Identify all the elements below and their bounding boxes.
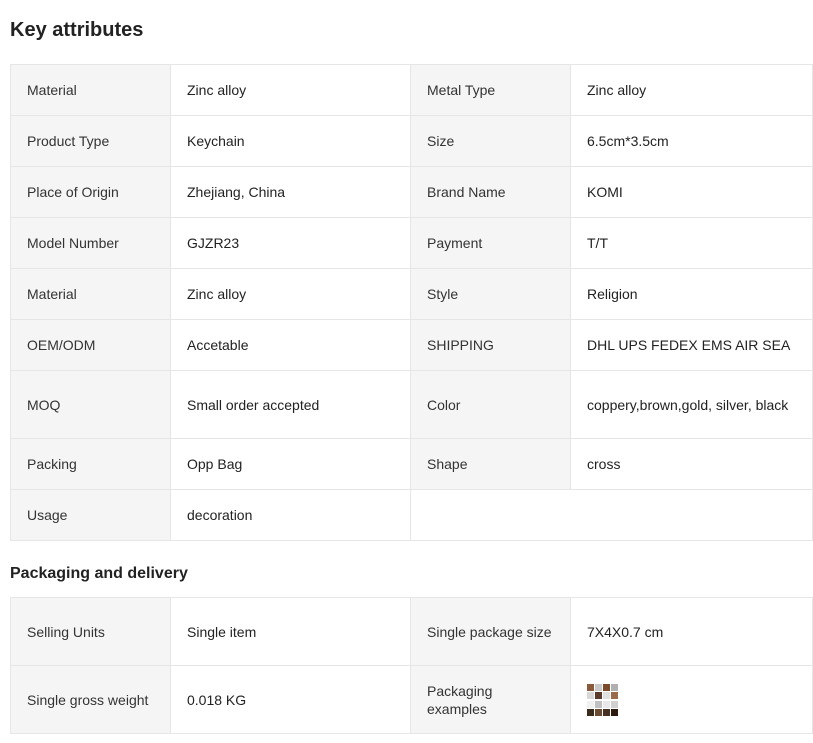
- attribute-value: DHL UPS FEDEX EMS AIR SEA: [570, 319, 813, 371]
- attribute-label: Single gross weight: [10, 665, 171, 734]
- attribute-value: Accetable: [170, 319, 411, 371]
- attribute-label: Material: [10, 268, 171, 320]
- attribute-label: Style: [410, 268, 571, 320]
- key-attributes-table: Material Zinc alloy Metal Type Zinc allo…: [10, 64, 813, 541]
- attribute-row: Model Number GJZR23 Payment T/T: [10, 217, 813, 269]
- attribute-label: OEM/ODM: [10, 319, 171, 371]
- attribute-row: Place of Origin Zhejiang, China Brand Na…: [10, 166, 813, 218]
- attribute-row: MOQ Small order accepted Color coppery,b…: [10, 370, 813, 439]
- attribute-value: decoration: [170, 489, 411, 541]
- attribute-label: Shape: [410, 438, 571, 490]
- attribute-label: Size: [410, 115, 571, 167]
- attribute-value: Single item: [170, 597, 411, 666]
- attribute-value: Zinc alloy: [170, 268, 411, 320]
- attribute-label: Packaging examples: [410, 665, 571, 734]
- attribute-value: Keychain: [170, 115, 411, 167]
- attribute-value: 6.5cm*3.5cm: [570, 115, 813, 167]
- packaging-thumbnail[interactable]: [587, 683, 619, 716]
- attribute-row: Material Zinc alloy Style Religion: [10, 268, 813, 320]
- attribute-row: Material Zinc alloy Metal Type Zinc allo…: [10, 64, 813, 116]
- attribute-label: Usage: [10, 489, 171, 541]
- packaging-example-cell: [570, 665, 813, 734]
- attribute-label: Material: [10, 64, 171, 116]
- attribute-value: Small order accepted: [170, 370, 411, 439]
- attribute-label: Model Number: [10, 217, 171, 269]
- attribute-label: Product Type: [10, 115, 171, 167]
- attribute-value: 7X4X0.7 cm: [570, 597, 813, 666]
- attribute-value: coppery,brown,gold, silver, black: [570, 370, 813, 439]
- packaging-delivery-title: Packaging and delivery: [10, 565, 188, 582]
- attribute-row: Usage decoration: [10, 489, 813, 541]
- attribute-label: Place of Origin: [10, 166, 171, 218]
- attribute-value: Zinc alloy: [170, 64, 411, 116]
- key-attributes-title: Key attributes: [10, 19, 144, 41]
- attribute-row: Single gross weight 0.018 KG Packaging e…: [10, 665, 813, 734]
- attribute-label: Color: [410, 370, 571, 439]
- attribute-value: cross: [570, 438, 813, 490]
- attribute-row: Product Type Keychain Size 6.5cm*3.5cm: [10, 115, 813, 167]
- attribute-row: OEM/ODM Accetable SHIPPING DHL UPS FEDEX…: [10, 319, 813, 371]
- attribute-label: Single package size: [410, 597, 571, 666]
- attribute-row: Selling Units Single item Single package…: [10, 597, 813, 666]
- attribute-label: SHIPPING: [410, 319, 571, 371]
- attribute-value: GJZR23: [170, 217, 411, 269]
- attribute-label: Selling Units: [10, 597, 171, 666]
- attribute-value: Zhejiang, China: [170, 166, 411, 218]
- attribute-label: Packing: [10, 438, 171, 490]
- attribute-row: Packing Opp Bag Shape cross: [10, 438, 813, 490]
- attribute-label: Payment: [410, 217, 571, 269]
- attribute-value: KOMI: [570, 166, 813, 218]
- attribute-value: 0.018 KG: [170, 665, 411, 734]
- attribute-value: T/T: [570, 217, 813, 269]
- attribute-value: Zinc alloy: [570, 64, 813, 116]
- attribute-label: Metal Type: [410, 64, 571, 116]
- attribute-value: Religion: [570, 268, 813, 320]
- attribute-value: Opp Bag: [170, 438, 411, 490]
- empty-cell: [410, 489, 813, 541]
- attribute-label: MOQ: [10, 370, 171, 439]
- packaging-delivery-table: Selling Units Single item Single package…: [10, 597, 813, 734]
- attribute-label: Brand Name: [410, 166, 571, 218]
